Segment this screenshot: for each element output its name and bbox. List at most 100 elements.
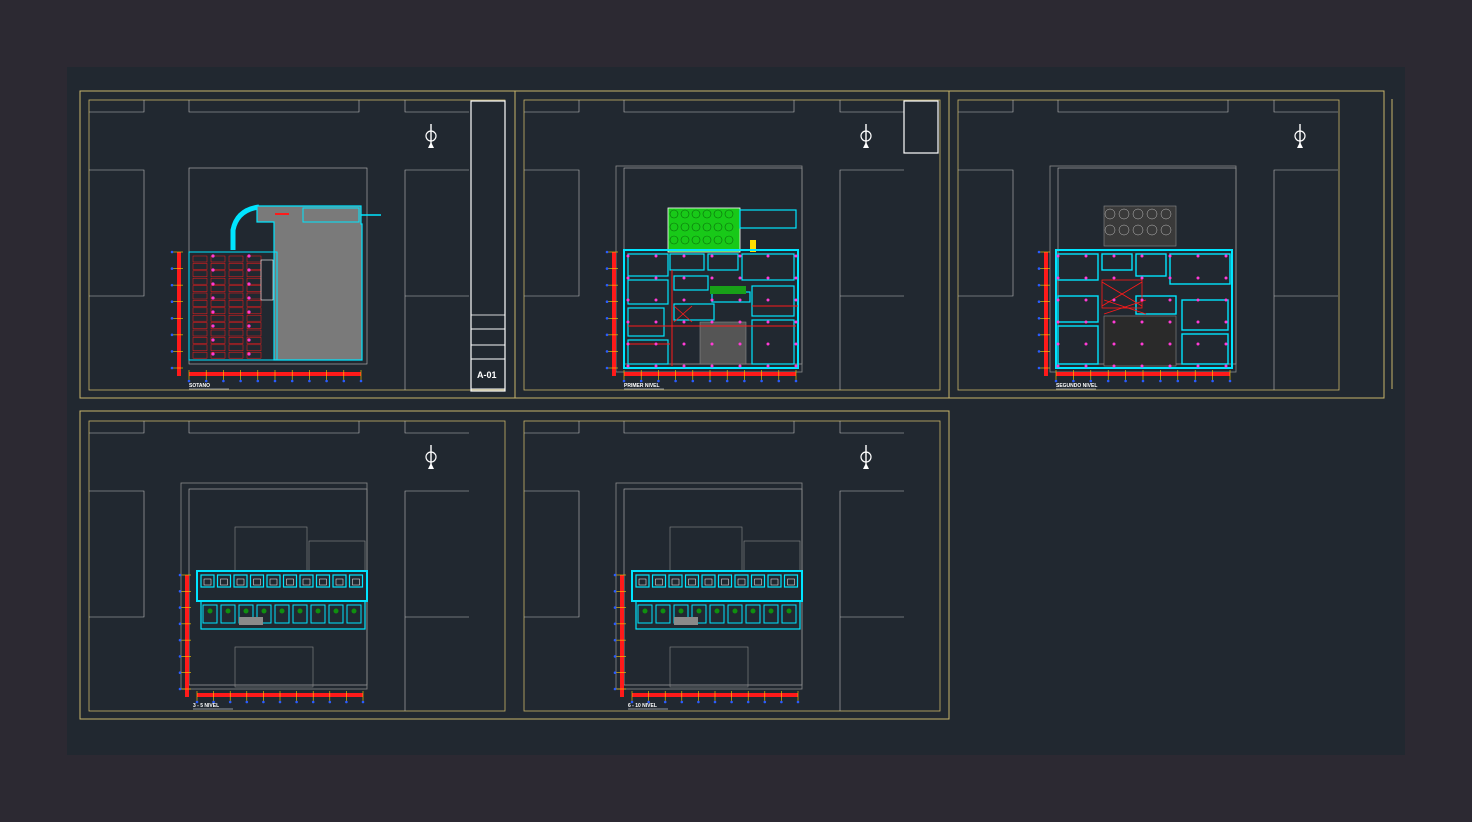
parking-stall <box>210 329 226 337</box>
apartment-unit <box>781 604 797 624</box>
apartment-furniture <box>253 578 261 586</box>
lot-line <box>1057 100 1229 113</box>
title-block-strip <box>470 100 506 392</box>
apartment-plant <box>279 608 285 614</box>
room <box>1169 253 1231 285</box>
room <box>669 253 705 271</box>
grid-axis-marker <box>170 366 174 370</box>
grid-axis-marker <box>605 300 609 304</box>
grid-axis-marker <box>657 379 660 383</box>
sheet-code: A-01 <box>477 370 497 380</box>
grid-axis-marker <box>170 316 174 320</box>
parking-stall <box>228 322 244 329</box>
column <box>682 298 686 302</box>
apartment-unit <box>727 604 743 624</box>
grid-axis-marker <box>605 350 609 353</box>
grid-axis-marker <box>1054 379 1058 383</box>
grid-axis-marker <box>1089 379 1093 383</box>
column <box>1140 320 1144 324</box>
grid-axis-marker <box>295 700 298 704</box>
entrance-block <box>739 209 797 229</box>
grid-axis-marker <box>613 655 617 658</box>
column <box>710 254 714 258</box>
column <box>1112 276 1116 280</box>
apartment-furniture <box>704 578 713 586</box>
grid-axis-marker <box>1211 379 1214 383</box>
lot-line <box>1273 169 1338 390</box>
apartment-plant <box>642 608 648 614</box>
column <box>247 352 251 356</box>
parking-stall <box>210 300 226 307</box>
apartment-unit <box>328 604 344 624</box>
lot-line <box>524 490 580 618</box>
grid-axis-marker <box>328 700 332 704</box>
column <box>766 342 770 346</box>
grid-axis-marker <box>311 700 315 704</box>
grid-axis-marker <box>605 283 609 287</box>
parking-area <box>188 251 278 361</box>
column <box>738 342 742 346</box>
apartment-plant <box>207 608 213 614</box>
grid-axis-marker <box>178 606 182 609</box>
plan-level-1: PRIMER NIVEL <box>523 99 941 391</box>
column <box>1168 298 1172 302</box>
column <box>1224 276 1228 280</box>
north-arrow-icon <box>863 142 869 148</box>
grid-axis-marker <box>605 366 609 370</box>
column <box>1084 276 1088 280</box>
apartment-plant <box>315 608 321 614</box>
cad-drawing-canvas[interactable]: SOTANO PRIMER NIVEL SEGUNDO NIVEL 3 - 5 NIV… <box>67 67 1405 755</box>
column <box>654 320 658 324</box>
grid-axis-marker <box>170 267 174 270</box>
lot-line <box>188 421 360 434</box>
room <box>741 253 795 281</box>
column <box>1224 342 1228 346</box>
grid-axis-marker <box>674 379 677 383</box>
apartment-unit <box>655 604 671 624</box>
room <box>1057 325 1099 365</box>
parking-stall <box>192 329 208 337</box>
grid-axis-marker <box>204 379 208 383</box>
plan-level-3-5: 3 - 5 NIVEL <box>88 420 506 712</box>
parking-stall <box>192 263 208 270</box>
room <box>1181 333 1229 365</box>
column <box>1196 254 1200 258</box>
lot-line <box>89 421 145 434</box>
parking-stall <box>192 277 208 285</box>
column <box>1140 364 1144 368</box>
room <box>1057 295 1099 323</box>
apartment-furniture <box>203 578 212 586</box>
grid-axis-marker <box>308 379 311 383</box>
parking-stall <box>192 292 208 300</box>
apartment-furniture <box>286 578 294 586</box>
column <box>247 296 251 300</box>
grid-axis-marker <box>697 700 700 704</box>
grid-axis-marker <box>262 700 265 704</box>
plan-frame <box>523 420 941 712</box>
column <box>766 254 770 258</box>
grid-axis-marker <box>178 638 182 642</box>
parking-stall <box>228 337 244 344</box>
grid-axis-marker <box>663 700 667 704</box>
lot-line <box>524 421 580 434</box>
parking-stall <box>246 285 262 292</box>
apartment-furniture <box>770 578 779 586</box>
plan-title: 6 - 10 NIVEL <box>628 703 657 709</box>
parking-stall <box>228 300 244 307</box>
apartment-furniture <box>655 578 663 586</box>
stair-core <box>260 259 274 301</box>
room <box>1135 253 1167 277</box>
plan-title: 3 - 5 NIVEL <box>193 703 219 709</box>
grid-axis-marker <box>1072 379 1075 383</box>
apartment-furniture <box>638 578 647 586</box>
column <box>682 342 686 346</box>
grid-axis-marker <box>1037 316 1041 320</box>
column <box>1224 364 1228 368</box>
grid-axis-marker <box>639 379 643 383</box>
void-courtyard <box>1103 315 1177 367</box>
grid-axis-marker <box>325 379 328 383</box>
grid-axis-marker <box>178 622 182 626</box>
lot-line <box>404 490 469 711</box>
grid-axis-marker <box>780 700 783 704</box>
north-arrow-icon <box>1297 142 1303 148</box>
